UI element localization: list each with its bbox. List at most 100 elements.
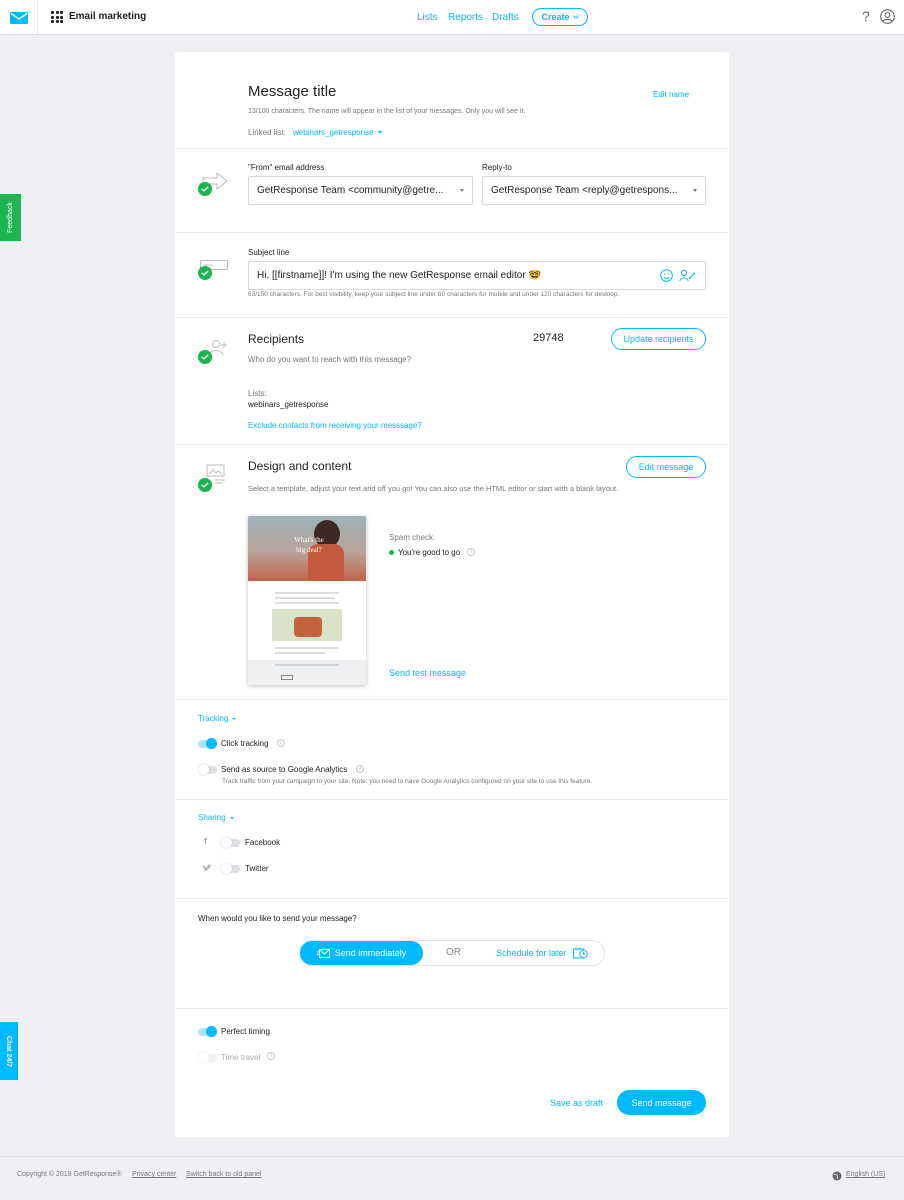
- nav-drafts[interactable]: Drafts: [492, 12, 519, 23]
- getresponse-logo[interactable]: [0, 0, 38, 35]
- lists-label: Lists:: [248, 389, 267, 398]
- subject-value: Hi, [[firstname]]! I'm using the new Get…: [257, 270, 541, 281]
- preview-headline: What's the big deal?: [294, 536, 324, 554]
- twitter-label: Twitter: [245, 864, 269, 873]
- check-icon: [198, 182, 212, 196]
- facebook-icon: f: [204, 836, 207, 846]
- check-icon: [198, 350, 212, 364]
- create-label: Create: [541, 12, 570, 22]
- email-preview-thumbnail[interactable]: What's the big deal?: [248, 516, 366, 685]
- caret-down-icon: [232, 717, 237, 720]
- caret-down-icon: [229, 816, 234, 819]
- feedback-tab[interactable]: Feedback: [0, 194, 21, 241]
- globe-icon: [832, 1171, 842, 1181]
- from-value: GetResponse Team <community@getre...: [257, 185, 444, 196]
- reply-to-label: Reply-to: [482, 163, 512, 172]
- schedule-later-button[interactable]: Schedule for later: [496, 947, 588, 959]
- caret-down-icon: [377, 131, 382, 134]
- divider: [175, 1008, 729, 1009]
- send-test-link[interactable]: Send test message: [389, 668, 466, 678]
- spam-status-text: You're good to go: [398, 548, 461, 557]
- sharing-toggle-section[interactable]: Sharing: [198, 813, 234, 822]
- copyright: Copyright © 2019 GetResponse®: [17, 1171, 122, 1178]
- subject-label: Subject line: [248, 248, 290, 257]
- envelope-logo-icon: [9, 11, 28, 24]
- reply-to-select[interactable]: GetResponse Team <reply@getrespons...: [482, 176, 706, 205]
- edit-message-button[interactable]: Edit message: [626, 456, 706, 478]
- subject-hint: 63/150 characters. For best visibility, …: [248, 291, 620, 298]
- top-bar: Email marketing Lists Reports Drafts Cre…: [0, 0, 904, 35]
- edit-name-link[interactable]: Edit name: [653, 90, 689, 99]
- send-immediately-label: Send immediately: [334, 948, 407, 958]
- message-settings-card: Message title Edit name 13/100 character…: [175, 52, 729, 1137]
- twitter-toggle[interactable]: [221, 863, 240, 874]
- nav-reports[interactable]: Reports: [448, 12, 483, 23]
- divider: [175, 444, 729, 445]
- footer-divider: [0, 1156, 904, 1157]
- update-recipients-button[interactable]: Update recipients: [611, 328, 706, 350]
- chat-label: Chat 24/7: [5, 1035, 13, 1067]
- divider: [175, 898, 729, 899]
- linked-list-dropdown[interactable]: webinars_getresponse: [293, 128, 382, 137]
- info-icon[interactable]: i: [277, 739, 285, 747]
- spam-check-label: Spam check: [389, 533, 434, 542]
- facebook-toggle[interactable]: [221, 837, 240, 848]
- language-link[interactable]: English (US): [846, 1171, 885, 1178]
- chat-tab[interactable]: Chat 24/7: [0, 1022, 18, 1080]
- preview-hero-image: What's the big deal?: [248, 516, 366, 581]
- feedback-label: Feedback: [7, 202, 14, 233]
- create-button[interactable]: Create: [532, 8, 588, 26]
- preview-product-image: [272, 609, 342, 641]
- send-message-button[interactable]: Send message: [617, 1090, 706, 1115]
- apps-grid-icon[interactable]: [51, 11, 63, 23]
- from-select[interactable]: GetResponse Team <community@getre...: [248, 176, 473, 205]
- info-icon[interactable]: i: [356, 765, 364, 773]
- click-tracking-label: Click tracking: [221, 739, 269, 748]
- tracking-toggle-section[interactable]: Tracking: [198, 714, 237, 723]
- app-name: Email marketing: [69, 11, 147, 22]
- caret-down-icon: [460, 189, 464, 192]
- twitter-icon: [202, 864, 212, 871]
- privacy-link[interactable]: Privacy center: [132, 1171, 176, 1178]
- design-description: Select a template, adjust your text and …: [248, 484, 619, 493]
- subject-input[interactable]: Hi, [[firstname]]! I'm using the new Get…: [248, 261, 706, 290]
- facebook-label: Facebook: [245, 838, 281, 847]
- nav-lists[interactable]: Lists: [417, 12, 438, 23]
- caret-down-icon: [693, 189, 697, 192]
- switch-panel-link[interactable]: Switch back to old panel: [186, 1171, 262, 1178]
- status-dot-icon: [389, 550, 394, 555]
- personalize-icon[interactable]: [679, 269, 697, 282]
- check-icon: [198, 478, 212, 492]
- title-hint: 13/100 characters. The name will appear …: [248, 108, 526, 115]
- user-account-icon[interactable]: [880, 9, 895, 24]
- spam-check-status: You're good to go: [389, 548, 460, 557]
- from-label: "From" email address: [248, 163, 325, 172]
- click-tracking-toggle[interactable]: [198, 738, 217, 749]
- google-analytics-toggle[interactable]: [198, 764, 217, 775]
- info-icon[interactable]: i: [267, 1052, 275, 1060]
- message-title[interactable]: Message title: [248, 83, 336, 100]
- linked-list-label: Linked list:: [248, 128, 286, 137]
- tracking-title: Tracking: [198, 714, 229, 723]
- design-title: Design and content: [248, 459, 352, 473]
- help-icon[interactable]: ?: [862, 8, 870, 24]
- clock-calendar-icon: [572, 947, 588, 959]
- send-immediately-button[interactable]: Send immediately: [300, 941, 423, 965]
- recipients-count: 29748: [533, 332, 564, 344]
- chevron-down-icon: [572, 15, 579, 19]
- send-mode-switch: Send immediately OR Schedule for later: [299, 940, 605, 966]
- divider: [175, 699, 729, 700]
- or-separator: OR: [446, 947, 461, 958]
- perfect-timing-label: Perfect timing: [221, 1027, 270, 1036]
- check-icon: [198, 266, 212, 280]
- divider: [175, 799, 729, 800]
- recipients-title: Recipients: [248, 332, 305, 346]
- time-travel-toggle[interactable]: [198, 1052, 217, 1063]
- emoji-icon[interactable]: [660, 269, 673, 282]
- schedule-later-label: Schedule for later: [496, 948, 567, 958]
- exclude-contacts-link[interactable]: Exclude contacts from receiving your mes…: [248, 421, 422, 430]
- divider: [175, 232, 729, 233]
- save-draft-button[interactable]: Save as draft: [550, 1098, 603, 1108]
- info-icon[interactable]: i: [467, 548, 475, 556]
- perfect-timing-toggle[interactable]: [198, 1026, 217, 1037]
